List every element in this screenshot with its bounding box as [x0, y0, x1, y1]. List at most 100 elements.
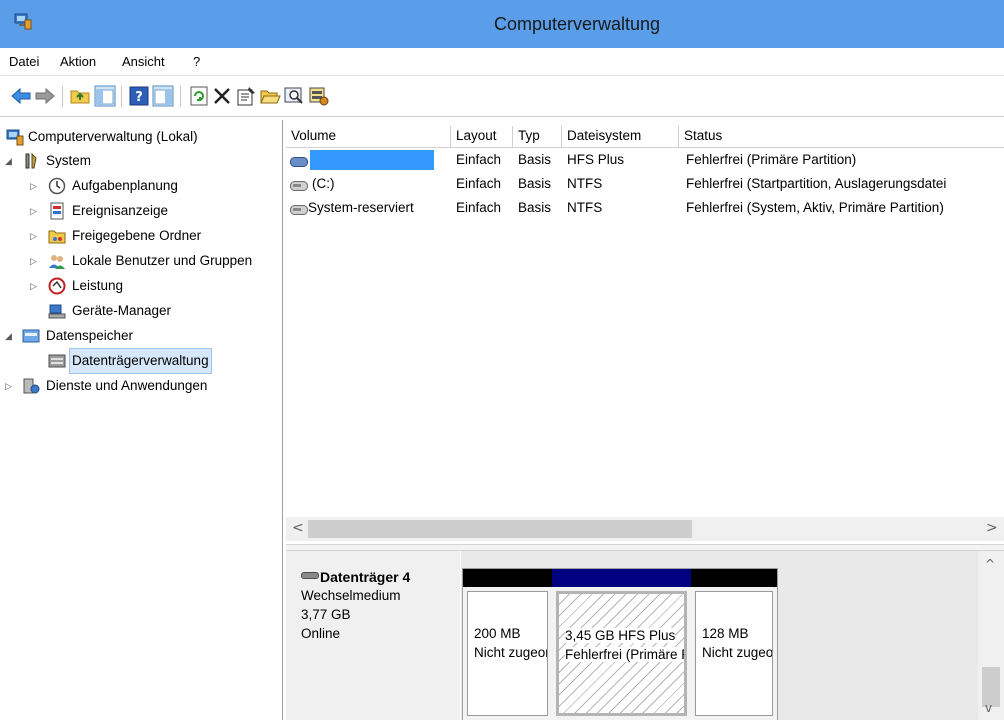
shared-folder-icon [48, 230, 66, 244]
column-header-layout[interactable]: Layout [451, 126, 513, 148]
toolbar-separator [180, 86, 181, 107]
partition-hfs-plus[interactable]: 3,45 GB HFS Plus Fehlerfrei (Primäre Par… [552, 569, 691, 720]
disk-type: Wechselmedium [301, 588, 401, 603]
disk-label[interactable]: Datenträger 4 Wechselmedium 3,77 GB Onli… [286, 551, 461, 720]
volume-name-selected[interactable] [310, 150, 434, 170]
menu-datei[interactable]: Datei [9, 54, 39, 69]
partition-bar [691, 569, 777, 587]
typ-cell: Basis [518, 176, 552, 191]
users-icon [49, 255, 65, 269]
scroll-left-icon[interactable]: < [292, 520, 304, 536]
help-icon[interactable]: ? [128, 85, 150, 107]
dateisystem-cell: HFS Plus [567, 152, 625, 167]
column-header-typ[interactable]: Typ [513, 126, 562, 148]
partition-size: 128 MB [702, 626, 749, 641]
pane-splitter[interactable] [286, 544, 1004, 551]
properties-icon[interactable] [235, 85, 257, 107]
toolbar: ? [0, 77, 1004, 117]
disk-name: Datenträger 4 [320, 569, 411, 585]
tree-item-label: Lokale Benutzer und Gruppen [72, 253, 253, 268]
tree-item-label: Dienste und Anwendungen [46, 378, 208, 393]
removable-disk-icon [301, 572, 319, 579]
system-tools-icon [25, 152, 37, 169]
status-cell: Fehlerfrei (System, Aktiv, Primäre Parti… [686, 200, 944, 215]
partition-status: Nicht zugeordnet [702, 645, 773, 660]
volume-icon [290, 181, 308, 191]
partition-size: 200 MB [474, 626, 521, 641]
collapsed-arrow-icon[interactable]: ▷ [30, 174, 40, 198]
toolbar-separator [62, 86, 63, 107]
partition-status: Nicht zugeordnet [474, 645, 547, 660]
expanded-arrow-icon[interactable]: ◢ [5, 324, 15, 348]
search-icon[interactable] [283, 85, 305, 107]
title-bar: Computerverwaltung [0, 0, 1004, 48]
svg-text:?: ? [135, 90, 143, 105]
window-title: Computerverwaltung [493, 14, 661, 34]
partition-unallocated-2[interactable]: 128 MB Nicht zugeordnet [691, 569, 777, 720]
dateisystem-cell: NTFS [567, 200, 603, 215]
disk-management-icon [48, 354, 66, 368]
partition-box: 200 MB Nicht zugeordnet [467, 591, 548, 716]
typ-cell: Basis [518, 152, 552, 167]
disk-size: 3,77 GB [301, 607, 351, 622]
partition-box: 3,45 GB HFS Plus Fehlerfrei (Primäre Par… [556, 591, 687, 716]
folder-up-icon[interactable] [69, 85, 91, 107]
column-header-volume[interactable]: Volume [286, 126, 451, 148]
status-cell: Fehlerfrei (Startpartition, Auslagerungs… [686, 176, 947, 191]
menu-ansicht[interactable]: Ansicht [122, 54, 165, 69]
collapsed-arrow-icon[interactable]: ▷ [5, 374, 15, 398]
column-header-status[interactable]: Status [679, 126, 1004, 148]
partition-box: 128 MB Nicht zugeordnet [695, 591, 773, 716]
tree-item-label: Freigegebene Ordner [72, 228, 202, 243]
storage-icon [22, 329, 40, 343]
services-icon [23, 378, 40, 394]
scroll-right-icon[interactable]: > [986, 520, 998, 536]
forward-arrow-icon[interactable] [34, 85, 56, 107]
refresh-icon[interactable] [188, 85, 210, 107]
disk-graphical-view: Datenträger 4 Wechselmedium 3,77 GB Onli… [286, 551, 1004, 720]
column-header-dateisystem[interactable]: Dateisystem [562, 126, 679, 148]
dateisystem-cell: NTFS [567, 176, 603, 191]
open-folder-icon[interactable] [259, 85, 281, 107]
scrollbar-thumb[interactable] [308, 520, 692, 538]
collapsed-arrow-icon[interactable]: ▷ [30, 249, 40, 273]
back-arrow-icon[interactable] [10, 85, 32, 107]
horizontal-scrollbar[interactable]: < > [286, 517, 1004, 541]
menu-help[interactable]: ? [193, 54, 200, 69]
show-hide-action-pane-icon[interactable] [152, 85, 174, 107]
toolbar-separator [121, 86, 122, 107]
performance-icon [48, 277, 66, 295]
partition-bar [463, 569, 552, 587]
device-manager-icon [48, 304, 66, 319]
tree-item-label: Leistung [72, 278, 124, 293]
tree-item-label: Aufgabenplanung [72, 178, 178, 193]
volume-icon [290, 205, 308, 215]
menu-aktion[interactable]: Aktion [60, 54, 96, 69]
disk-settings-icon[interactable] [308, 85, 330, 107]
partition-status: Fehlerfrei (Primäre Partition) [565, 647, 684, 662]
collapsed-arrow-icon[interactable]: ▷ [30, 199, 40, 223]
typ-cell: Basis [518, 200, 552, 215]
clock-icon [48, 177, 66, 195]
layout-cell: Einfach [456, 176, 502, 191]
layout-cell: Einfach [456, 152, 502, 167]
collapsed-arrow-icon[interactable]: ▷ [30, 274, 40, 298]
partition-unallocated-1[interactable]: 200 MB Nicht zugeordnet [463, 569, 552, 720]
tree-item-label: System [46, 153, 92, 168]
menu-bar: Datei Aktion Ansicht ? [0, 48, 1004, 76]
layout-cell: Einfach [456, 200, 502, 215]
show-hide-tree-icon[interactable] [94, 85, 116, 107]
collapsed-arrow-icon[interactable]: ▷ [30, 224, 40, 248]
delete-icon[interactable] [211, 85, 233, 107]
status-cell: Fehlerfrei (Primäre Partition) [686, 152, 857, 167]
volume-icon [290, 157, 308, 167]
computer-management-icon [6, 129, 24, 146]
vertical-scrollbar[interactable]: ^ v [978, 551, 1004, 720]
tree-item-label: Datenträgerverwaltung [69, 348, 212, 374]
volume-name: System-reserviert [308, 200, 414, 215]
disk-state: Online [301, 626, 341, 641]
scroll-up-icon[interactable]: ^ [985, 557, 995, 571]
expanded-arrow-icon[interactable]: ◢ [5, 149, 15, 173]
scroll-down-icon[interactable]: v [985, 701, 992, 715]
event-viewer-icon [50, 202, 64, 220]
